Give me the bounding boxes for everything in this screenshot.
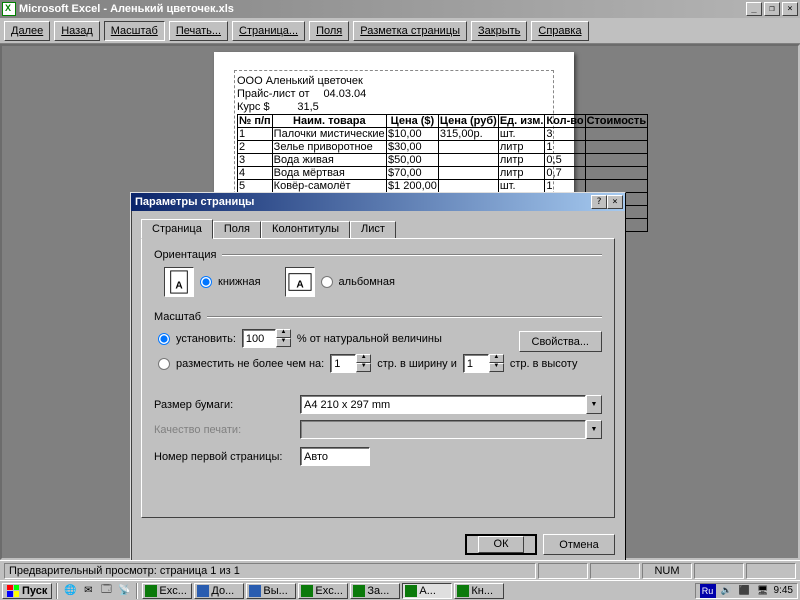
- task-button[interactable]: Кн...: [454, 583, 504, 599]
- fit-suffix-label: стр. в высоту: [510, 358, 578, 370]
- paper-size-label: Размер бумаги:: [154, 399, 294, 411]
- taskbar: Пуск 🌐 ✉ 🗔 📡 Exc...До...Вы...Exc...За...…: [0, 580, 800, 600]
- spin-down[interactable]: ▼: [356, 363, 371, 372]
- spin-up[interactable]: ▲: [276, 329, 291, 338]
- window-title: Microsoft Excel - Аленький цветочек.xls: [19, 3, 746, 15]
- scale-percent-spinner[interactable]: ▲▼: [242, 329, 291, 348]
- scale-set-radio[interactable]: [158, 333, 170, 345]
- svg-text:A: A: [175, 280, 183, 291]
- status-empty2: [590, 563, 640, 579]
- print-button[interactable]: Печать...: [169, 21, 228, 41]
- portrait-radio-label: книжная: [218, 276, 261, 288]
- paper-size-input[interactable]: [300, 395, 586, 414]
- close-preview-button[interactable]: Закрыть: [471, 21, 527, 41]
- dialog-close-button[interactable]: ×: [607, 195, 623, 209]
- task-button[interactable]: До...: [194, 583, 244, 599]
- scale-fit-radio[interactable]: [158, 358, 170, 370]
- dialog-help-button[interactable]: ?: [591, 195, 607, 209]
- status-empty3: [694, 563, 744, 579]
- tab-panel-page: Ориентация A книжная A альбомная Свойств…: [141, 238, 615, 518]
- print-quality-drop: ▼: [586, 420, 602, 439]
- fit-height-input[interactable]: [463, 354, 489, 373]
- task-button[interactable]: Exc...: [298, 583, 348, 599]
- spin-down[interactable]: ▼: [276, 338, 291, 347]
- landscape-radio[interactable]: [321, 276, 333, 288]
- scale-fit-label: разместить не более чем на:: [176, 358, 324, 370]
- pagebreak-button[interactable]: Разметка страницы: [353, 21, 467, 41]
- landscape-icon: A: [285, 267, 315, 297]
- print-quality-input: [300, 420, 586, 439]
- tab-sheet[interactable]: Лист: [350, 221, 396, 238]
- fit-width-spinner[interactable]: ▲▼: [330, 354, 371, 373]
- tray-volume-icon[interactable]: 🔊: [720, 584, 734, 598]
- dialog-tabs: Страница Поля Колонтитулы Лист: [141, 219, 615, 238]
- margins-button[interactable]: Поля: [309, 21, 349, 41]
- excel-icon: [2, 2, 16, 16]
- task-button[interactable]: Exc...: [142, 583, 192, 599]
- ql-desktop-icon[interactable]: 🗔: [98, 583, 114, 599]
- ql-ie-icon[interactable]: 🌐: [62, 583, 78, 599]
- dialog-titlebar[interactable]: Параметры страницы ? ×: [131, 193, 625, 211]
- status-text: Предварительный просмотр: страница 1 из …: [4, 563, 536, 579]
- properties-button[interactable]: Свойства...: [519, 331, 602, 352]
- minimize-button[interactable]: _: [746, 2, 762, 16]
- status-num: NUM: [642, 563, 692, 579]
- zoom-button[interactable]: Масштаб: [104, 21, 165, 41]
- tab-margins[interactable]: Поля: [213, 221, 261, 238]
- landscape-radio-label: альбомная: [339, 276, 395, 288]
- fit-height-spinner[interactable]: ▲▼: [463, 354, 504, 373]
- svg-text:A: A: [296, 280, 304, 291]
- print-quality-label: Качество печати:: [154, 424, 294, 436]
- portrait-icon: A: [164, 267, 194, 297]
- system-tray: Ru 🔊 ⬛ 🖥 9:45: [695, 583, 798, 599]
- start-button[interactable]: Пуск: [2, 583, 52, 599]
- first-page-input[interactable]: [300, 447, 370, 466]
- windows-logo-icon: [7, 585, 19, 597]
- clock[interactable]: 9:45: [774, 585, 793, 596]
- ql-outlook-icon[interactable]: ✉: [80, 583, 96, 599]
- tray-app-icon[interactable]: ⬛: [738, 584, 752, 598]
- dialog-title: Параметры страницы: [133, 196, 591, 208]
- scale-set-suffix: % от натуральной величины: [297, 333, 442, 345]
- help-button[interactable]: Справка: [531, 21, 588, 41]
- language-indicator[interactable]: Ru: [700, 584, 716, 598]
- scale-percent-input[interactable]: [242, 329, 276, 348]
- task-button[interactable]: Вы...: [246, 583, 296, 599]
- scale-set-label: установить:: [176, 333, 236, 345]
- status-empty1: [538, 563, 588, 579]
- fit-mid-label: стр. в ширину и: [377, 358, 457, 370]
- tab-page[interactable]: Страница: [141, 219, 213, 239]
- task-button[interactable]: А...: [402, 583, 452, 599]
- print-quality-combo: ▼: [300, 420, 602, 439]
- next-button[interactable]: Далее: [4, 21, 50, 41]
- spin-down[interactable]: ▼: [489, 363, 504, 372]
- close-button[interactable]: ×: [782, 2, 798, 16]
- company-name: ООО Аленький цветочек: [237, 75, 363, 87]
- ok-button[interactable]: ОК: [465, 534, 537, 555]
- orientation-label: Ориентация: [154, 249, 216, 261]
- tray-display-icon[interactable]: 🖥: [756, 584, 770, 598]
- spin-up[interactable]: ▲: [489, 354, 504, 363]
- task-button[interactable]: За...: [350, 583, 400, 599]
- status-empty4: [746, 563, 796, 579]
- restore-button[interactable]: ❐: [764, 2, 780, 16]
- page-setup-dialog: Параметры страницы ? × Страница Поля Кол…: [130, 192, 626, 564]
- main-titlebar: Microsoft Excel - Аленький цветочек.xls …: [0, 0, 800, 18]
- tab-headerfooter[interactable]: Колонтитулы: [261, 221, 350, 238]
- first-page-label: Номер первой страницы:: [154, 451, 294, 463]
- paper-size-combo[interactable]: ▼: [300, 395, 602, 414]
- paper-size-drop[interactable]: ▼: [586, 395, 602, 414]
- portrait-radio[interactable]: [200, 276, 212, 288]
- fit-width-input[interactable]: [330, 354, 356, 373]
- statusbar: Предварительный просмотр: страница 1 из …: [0, 560, 800, 580]
- page-setup-button[interactable]: Страница...: [232, 21, 305, 41]
- prev-button[interactable]: Назад: [54, 21, 100, 41]
- scale-label: Масштаб: [154, 311, 201, 323]
- cancel-button[interactable]: Отмена: [543, 534, 615, 555]
- preview-toolbar: Далее Назад Масштаб Печать... Страница..…: [0, 18, 800, 44]
- spin-up[interactable]: ▲: [356, 354, 371, 363]
- ql-channels-icon[interactable]: 📡: [116, 583, 132, 599]
